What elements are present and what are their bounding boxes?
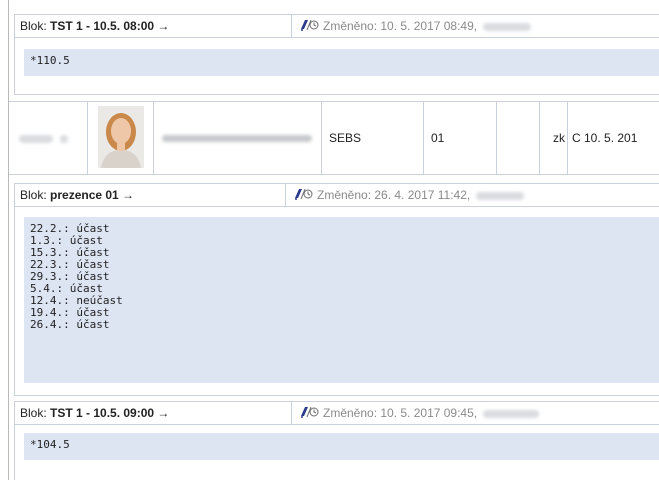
- block-header-3: Blok: TST 1 - 10.5. 09:00 → Změněno: 10.…: [14, 401, 659, 425]
- notes-panel: Blok: TST 1 - 10.5. 08:00 → Změněno: 10.…: [8, 0, 659, 480]
- program-cell: SEBS: [321, 102, 431, 174]
- blurred-name: [162, 135, 312, 143]
- note-history-icon[interactable]: [299, 16, 319, 38]
- block-title-3[interactable]: Blok: TST 1 - 10.5. 09:00 →: [20, 402, 169, 424]
- block-body-2: 22.2.: účast 1.3.: účast 15.3.: účast 22…: [14, 207, 659, 396]
- student-row: SEBS 01 zk C 10. 5. 201: [9, 101, 659, 175]
- block-content-3: *104.5: [24, 433, 659, 460]
- result-cell[interactable]: C 10. 5. 201: [567, 102, 659, 174]
- block-body-3: *104.5: [14, 425, 659, 480]
- note-history-icon[interactable]: [293, 185, 313, 207]
- note-history-icon[interactable]: [299, 403, 319, 425]
- block-header-2: Blok: prezence 01 → Změněno: 26. 4. 2017…: [14, 183, 659, 207]
- block-content-2: 22.2.: účast 1.3.: účast 15.3.: účast 22…: [24, 217, 659, 383]
- blurred-author: [483, 22, 532, 31]
- block-content-1: *110.5: [24, 49, 659, 76]
- blurred-flag: [60, 134, 69, 143]
- student-id-cell[interactable]: [9, 102, 87, 174]
- block-changed-3: Změněno: 10. 5. 2017 09:45,: [299, 402, 540, 425]
- student-name-cell[interactable]: [153, 102, 322, 174]
- completion-cell: zk: [539, 102, 568, 174]
- block-changed-2: Změněno: 26. 4. 2017 11:42,: [293, 184, 525, 207]
- student-photo-cell: [87, 102, 154, 174]
- blurred-author: [476, 191, 525, 200]
- block-body-1: *110.5: [14, 38, 659, 95]
- block-title-2[interactable]: Blok: prezence 01 →: [20, 184, 134, 206]
- block-header-1: Blok: TST 1 - 10.5. 08:00 → Změněno: 10.…: [14, 14, 659, 38]
- group-cell: 01: [423, 102, 504, 174]
- block-title-1[interactable]: Blok: TST 1 - 10.5. 08:00 →: [20, 15, 169, 37]
- empty-cell: [496, 102, 540, 174]
- student-photo: [98, 106, 144, 168]
- blurred-author: [483, 409, 540, 418]
- blurred-uco: [19, 134, 53, 143]
- block-changed-1: Změněno: 10. 5. 2017 08:49,: [299, 15, 532, 38]
